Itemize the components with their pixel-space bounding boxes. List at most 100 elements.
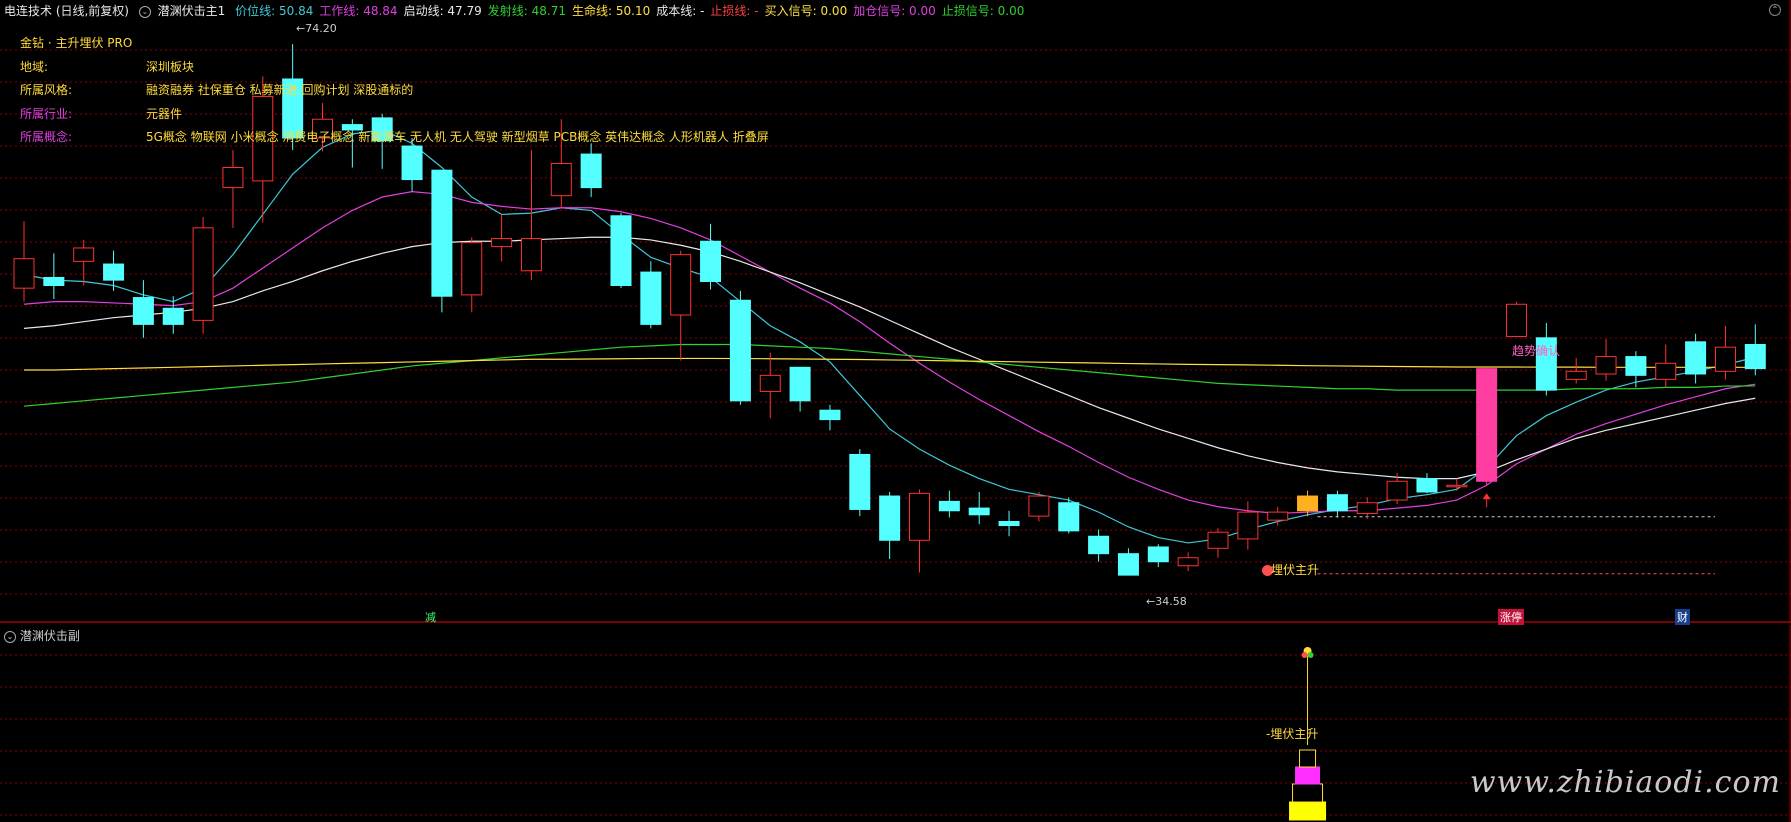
sub-bar	[1292, 783, 1324, 803]
candle	[759, 352, 781, 419]
indicator-value: 止损线: -	[710, 4, 759, 18]
candle-body	[73, 247, 95, 262]
indicator-value: 买入信号: 0.00	[764, 4, 848, 18]
sub-bar	[1289, 801, 1327, 821]
main-chart-panel[interactable]: 电连技术 (日线,前复权) ⌄ 潜渊伏击主1 价位线: 50.84 工作线: 48…	[0, 0, 1791, 625]
candle-body	[879, 495, 901, 541]
candle	[1744, 324, 1766, 376]
candle-body	[1506, 303, 1527, 337]
candle-body	[1386, 480, 1408, 501]
candle	[610, 213, 632, 289]
candle-body	[789, 366, 811, 402]
candle-body	[520, 238, 542, 272]
candle	[1058, 497, 1080, 534]
candle-body	[1446, 484, 1468, 488]
candle	[1147, 544, 1169, 568]
candle-body	[1744, 344, 1766, 370]
candle-body	[1267, 511, 1289, 521]
candle-body	[610, 215, 632, 286]
candle-body	[132, 297, 154, 325]
candle-body	[1685, 341, 1707, 375]
candle	[700, 223, 722, 290]
candle-body	[968, 507, 990, 516]
candle	[1267, 506, 1289, 526]
candle	[461, 237, 483, 313]
indicator-value: 生命线: 50.10	[572, 4, 651, 18]
candle-body	[700, 240, 722, 282]
candle-body	[1625, 356, 1647, 376]
sub-indicator-name[interactable]: 潜渊伏击副	[20, 629, 80, 643]
candle-body	[1237, 511, 1259, 540]
sub-ambush-label: -埋伏主升	[1266, 727, 1319, 741]
candle-body	[1655, 362, 1677, 380]
candle	[938, 490, 960, 518]
candle-body	[401, 145, 423, 181]
candle-body	[1058, 502, 1080, 532]
candle-body	[103, 263, 125, 281]
candle	[1655, 344, 1677, 388]
candle	[222, 150, 244, 228]
candle-body	[491, 238, 513, 248]
collapse-icon[interactable]: ⌃	[1769, 4, 1781, 16]
candle-body	[1595, 356, 1617, 375]
candle	[968, 492, 990, 525]
candle	[13, 221, 35, 302]
candle	[162, 296, 184, 334]
candle-body	[43, 276, 65, 287]
candle	[729, 290, 751, 405]
candle	[1356, 497, 1378, 519]
marker-reduce: 减	[425, 611, 436, 624]
candle-body	[849, 453, 871, 510]
info-key: 所属行业:	[20, 106, 73, 121]
candle	[640, 261, 662, 329]
candle-body	[1028, 495, 1050, 517]
chevron-down-icon[interactable]: ⌄	[4, 630, 16, 643]
candle	[849, 449, 871, 517]
candle-body	[670, 254, 692, 316]
candle	[1028, 492, 1050, 522]
candle-body	[819, 409, 841, 421]
candle	[192, 217, 214, 334]
candle	[789, 366, 811, 412]
candle-body	[729, 299, 751, 402]
candle	[1416, 473, 1438, 494]
candle	[132, 280, 154, 338]
candle	[879, 492, 901, 560]
trend-confirm-label: 趋势确认	[1512, 344, 1561, 358]
info-value: 5G概念 物联网 小米概念 消费电子概念 新能源车 无人机 无人驾驶 新型烟草 …	[146, 130, 769, 144]
info-key: 所属概念:	[20, 130, 73, 144]
sub-chart-panel[interactable]: ⌄ 潜渊伏击副 -埋伏主升 www.zhibiaodi.com	[0, 625, 1791, 822]
indicator-values: 价位线: 50.84 工作线: 48.84 启动线: 47.79 发射线: 48.71…	[235, 4, 1030, 18]
watermark: www.zhibiaodi.com	[1469, 765, 1781, 800]
info-value: 融资融券 社保重仓 私募新进 回购计划 深股通标的	[146, 83, 414, 97]
candle-body	[759, 374, 781, 392]
candle	[1117, 548, 1139, 576]
candle	[819, 404, 841, 431]
candle	[73, 239, 95, 286]
info-key: 地域:	[20, 59, 49, 74]
candle-body	[1207, 531, 1229, 549]
candle-body	[1117, 553, 1139, 576]
candle	[1506, 301, 1527, 337]
candle	[1177, 552, 1199, 572]
flower-icon	[1307, 652, 1314, 658]
candle-body	[1565, 370, 1587, 380]
sub-bar	[1299, 749, 1317, 768]
candle-body	[222, 167, 244, 189]
candle	[1685, 333, 1707, 384]
gear-icon[interactable]: ⌄	[138, 5, 151, 18]
chart-header: 电连技术 (日线,前复权) ⌄ 潜渊伏击主1 价位线: 50.84 工作线: 48…	[4, 2, 1036, 19]
marker-finance: 财	[1675, 609, 1690, 625]
sub-header: ⌄ 潜渊伏击副	[4, 627, 80, 644]
candle	[1237, 501, 1259, 550]
candle-body	[938, 500, 960, 512]
info-value: 深圳板块	[146, 59, 195, 74]
candle-body	[13, 258, 35, 289]
marker-limit-up: 涨停	[1498, 609, 1524, 625]
indicator-value: 止损信号: 0.00	[941, 4, 1025, 18]
high-price-label: ←74.20	[296, 22, 337, 35]
candle-body	[1416, 478, 1438, 493]
indicator-name[interactable]: 潜渊伏击主1	[158, 4, 226, 18]
candle	[909, 489, 930, 573]
candle	[1326, 490, 1348, 518]
